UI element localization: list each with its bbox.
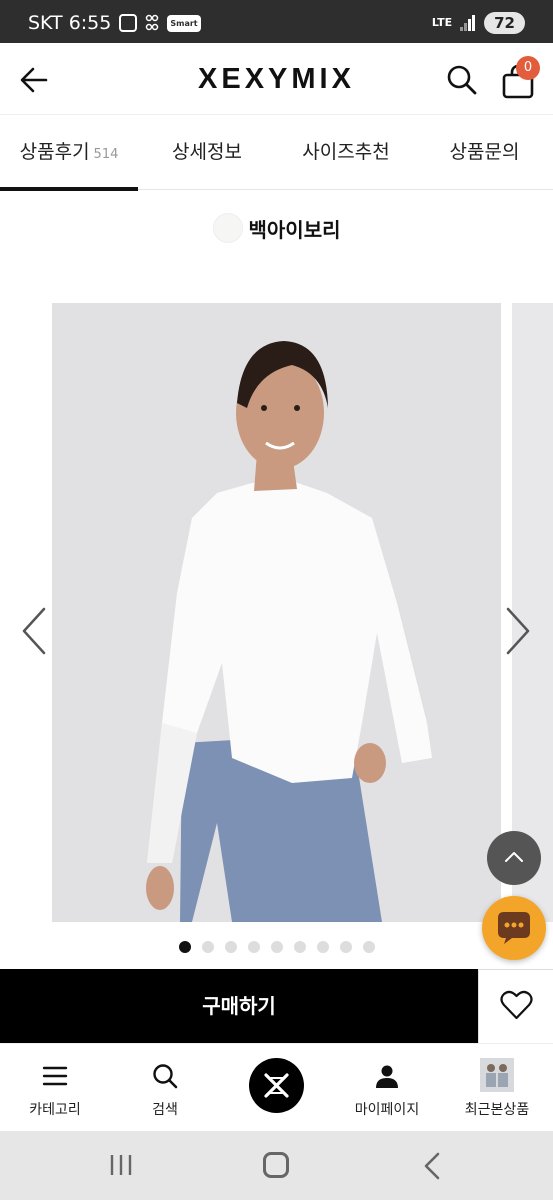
battery-level: 72 <box>484 12 525 34</box>
settings-dots-icon <box>146 14 159 31</box>
heart-icon <box>500 990 533 1020</box>
carousel-dot[interactable] <box>362 941 375 953</box>
color-swatch <box>212 213 243 243</box>
color-name: 백아이보리 <box>248 217 341 242</box>
review-count: 514 <box>93 147 119 162</box>
carousel-dot[interactable] <box>270 941 283 953</box>
product-image[interactable] <box>52 303 501 922</box>
tab-reviews[interactable]: 상품후기 514 <box>0 115 138 191</box>
tab-size-label: 사이즈추천 <box>302 141 390 163</box>
carousel-dot[interactable] <box>247 941 260 953</box>
chat-bubble-icon <box>498 912 530 944</box>
carrier-time: SKT 6:55 <box>28 12 112 34</box>
home-logo-icon <box>264 1073 289 1098</box>
recent-product-thumbnail <box>480 1058 514 1092</box>
nav-category-label: 카테고리 <box>29 1102 81 1118</box>
next-image-arrow-icon[interactable] <box>502 605 534 657</box>
system-navigation-bar <box>0 1131 553 1200</box>
scroll-to-top-button[interactable] <box>487 831 541 885</box>
nav-mypage-label: 마이페이지 <box>354 1102 420 1118</box>
carousel-pagination <box>0 941 553 953</box>
nav-mypage[interactable]: 마이페이지 <box>332 1044 442 1132</box>
wishlist-button[interactable] <box>478 969 553 1043</box>
carousel-dot[interactable] <box>201 941 214 953</box>
status-left: SKT 6:55 Smart <box>28 12 201 34</box>
nav-recent-label: 최근본상품 <box>464 1102 530 1118</box>
tab-inquiry-label: 상품문의 <box>449 141 520 163</box>
tab-inquiry[interactable]: 상품문의 <box>416 115 553 190</box>
carousel-dot[interactable] <box>178 941 191 953</box>
home-icon[interactable] <box>263 1152 289 1178</box>
carousel-dot[interactable] <box>293 941 306 953</box>
system-back-icon[interactable] <box>420 1152 444 1180</box>
chat-button[interactable] <box>482 896 546 960</box>
carousel-dot[interactable] <box>224 941 237 953</box>
cart-count-badge: 0 <box>516 56 540 80</box>
bottom-navigation: 카테고리 검색 마이페이지 최근본상품 <box>0 1043 553 1131</box>
carousel-dot[interactable] <box>339 941 352 953</box>
product-tabs: 상품후기 514 상세정보 사이즈추천 상품문의 <box>0 115 553 191</box>
tab-reviews-label: 상품후기 <box>19 141 90 163</box>
nav-home-button[interactable] <box>249 1058 304 1113</box>
search-icon[interactable] <box>446 64 478 96</box>
tab-details[interactable]: 상세정보 <box>138 115 276 190</box>
recent-product-image <box>480 1058 514 1092</box>
product-photo-illustration <box>52 303 501 922</box>
status-bar: SKT 6:55 Smart LTE 72 <box>0 0 553 43</box>
nav-category[interactable]: 카테고리 <box>0 1044 110 1132</box>
menu-icon <box>42 1066 68 1086</box>
carousel-dot[interactable] <box>316 941 329 953</box>
recent-apps-icon[interactable] <box>108 1154 134 1176</box>
buy-button[interactable]: 구매하기 <box>0 969 478 1043</box>
app-header: XEXYMIX 0 <box>0 43 553 115</box>
chevron-up-icon <box>505 852 523 862</box>
nav-search-label: 검색 <box>152 1102 178 1118</box>
person-icon <box>376 1065 398 1088</box>
search-icon <box>153 1064 178 1089</box>
color-option[interactable]: 백아이보리 <box>0 213 553 243</box>
tab-details-label: 상세정보 <box>172 141 242 163</box>
signal-icon <box>460 15 476 31</box>
status-right: LTE 72 <box>432 12 525 34</box>
nav-search[interactable]: 검색 <box>110 1044 220 1132</box>
smart-badge: Smart <box>167 14 201 32</box>
nav-recent-products[interactable]: 최근본상품 <box>442 1044 552 1132</box>
tab-size-recommendation[interactable]: 사이즈추천 <box>276 115 416 190</box>
screenshot-icon <box>119 14 138 32</box>
network-label: LTE <box>431 16 453 29</box>
prev-image-arrow-icon[interactable] <box>18 605 50 657</box>
